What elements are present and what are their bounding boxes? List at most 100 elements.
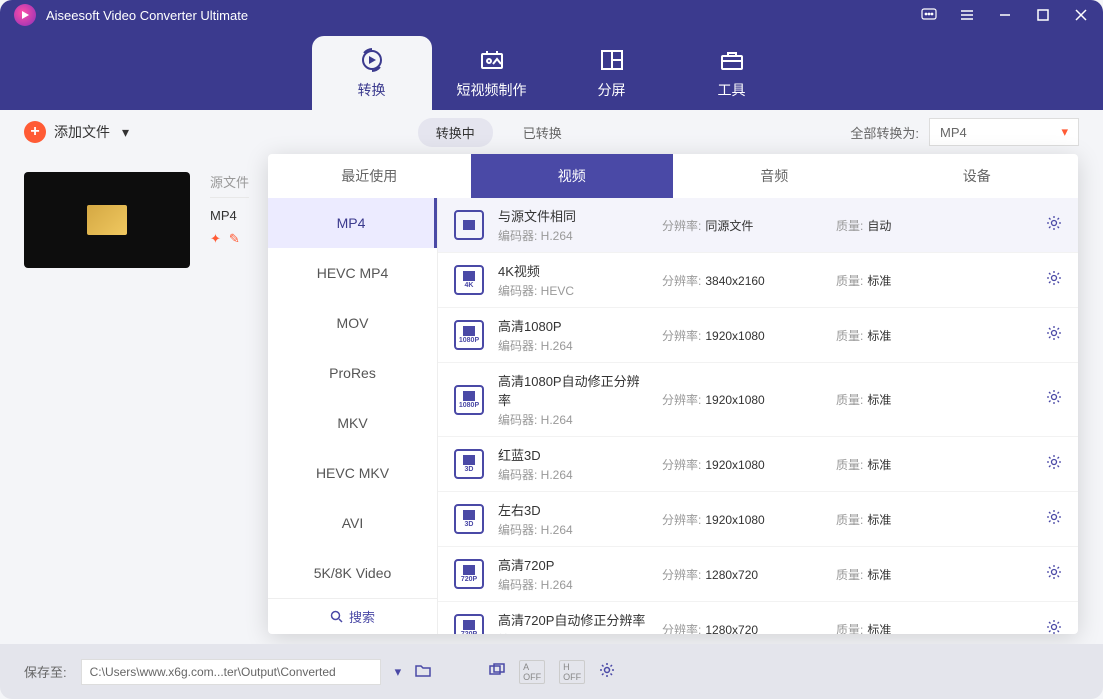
preset-settings-icon[interactable] (1046, 509, 1062, 530)
preset-title: 高清1080P自动修正分辨率 (498, 371, 648, 409)
preset-resolution: 分辨率:1280x720 (662, 621, 822, 635)
preset-encoder: 编码器: H.264 (498, 227, 648, 244)
sidebar-format-item[interactable]: MP4 (268, 198, 437, 248)
file-format-line: MP4 (210, 208, 237, 223)
menu-icon[interactable] (959, 7, 975, 23)
chevron-down-icon: ▾ (1061, 124, 1068, 140)
sidebar-search[interactable]: 搜索 (268, 598, 437, 634)
preset-quality: 质量:标准 (836, 391, 996, 408)
output-path-input[interactable]: C:\Users\www.x6g.com...ter\Output\Conver… (81, 659, 381, 685)
preset-row[interactable]: 4K4K视频编码器: HEVC分辨率:3840x2160质量:标准 (438, 253, 1078, 308)
sidebar-format-item[interactable]: MOV (268, 298, 437, 348)
gpu-toggle-h[interactable]: HOFF (559, 660, 585, 684)
preset-resolution: 分辨率:1920x1080 (662, 391, 822, 408)
toolbox-icon (718, 46, 746, 74)
preset-row[interactable]: 1080P高清1080P编码器: H.264分辨率:1920x1080质量:标准 (438, 308, 1078, 363)
preset-resolution: 分辨率:1280x720 (662, 566, 822, 583)
preset-row[interactable]: 720P高清720P自动修正分辨率编码器: H.264分辨率:1280x720质… (438, 602, 1078, 634)
preset-settings-icon[interactable] (1046, 270, 1062, 291)
effects-icon[interactable]: ✦ (210, 231, 221, 247)
popup-tab-recent[interactable]: 最近使用 (268, 154, 471, 198)
preset-encoder: 编码器: H.264 (498, 411, 648, 428)
close-icon[interactable] (1073, 7, 1089, 23)
preset-badge-icon: 720P (454, 559, 484, 589)
tab-toolbox[interactable]: 工具 (672, 36, 792, 110)
browse-folder-icon[interactable]: ▾ (395, 664, 402, 680)
tab-mv[interactable]: 短视频制作 (432, 36, 552, 110)
preset-settings-icon[interactable] (1046, 564, 1062, 585)
preset-quality: 质量:标准 (836, 511, 996, 528)
preset-badge-icon (454, 210, 484, 240)
preset-row[interactable]: 与源文件相同编码器: H.264分辨率:同源文件质量:自动 (438, 198, 1078, 253)
feedback-icon[interactable] (921, 7, 937, 23)
save-to-label: 保存至: (24, 662, 67, 681)
source-file-label: 源文件 (210, 172, 249, 198)
tab-mv-label: 短视频制作 (457, 80, 527, 100)
convert-all-label: 全部转换为: (850, 123, 919, 142)
preset-badge-icon: 720P (454, 614, 484, 634)
preset-title: 4K视频 (498, 261, 648, 280)
add-files-label: 添加文件 (54, 122, 110, 142)
tab-convert-label: 转换 (358, 80, 386, 100)
preset-badge-icon: 3D (454, 449, 484, 479)
preset-title: 高清1080P (498, 316, 648, 335)
video-thumbnail[interactable] (24, 172, 190, 268)
preset-settings-icon[interactable] (1046, 325, 1062, 346)
preset-row[interactable]: 1080P高清1080P自动修正分辨率编码器: H.264分辨率:1920x10… (438, 363, 1078, 437)
preset-encoder: 编码器: H.264 (498, 521, 648, 538)
app-logo-icon (14, 4, 36, 26)
preset-resolution: 分辨率:1920x1080 (662, 327, 822, 344)
preset-row[interactable]: 720P高清720P编码器: H.264分辨率:1280x720质量:标准 (438, 547, 1078, 602)
tab-convert[interactable]: 转换 (312, 36, 432, 110)
preset-badge-icon: 1080P (454, 320, 484, 350)
format-popup: 最近使用 视频 音频 设备 MP4HEVC MP4MOVProResMKVHEV… (268, 154, 1078, 634)
preset-quality: 质量:标准 (836, 272, 996, 289)
merge-icon[interactable] (489, 662, 505, 681)
chevron-down-icon: ▾ (122, 124, 129, 141)
tab-toolbox-label: 工具 (718, 80, 746, 100)
preset-encoder: 编码器: H.264 (498, 576, 648, 593)
open-folder-icon[interactable] (415, 663, 431, 680)
sidebar-format-item[interactable]: MKV (268, 398, 437, 448)
popup-tab-audio[interactable]: 音频 (673, 154, 876, 198)
edit-icon[interactable]: ✎ (229, 231, 240, 247)
preset-resolution: 分辨率:3840x2160 (662, 272, 822, 289)
sidebar-format-item[interactable]: ProRes (268, 348, 437, 398)
app-title: Aiseesoft Video Converter Ultimate (46, 8, 921, 23)
sidebar-format-item[interactable]: 5K/8K Video (268, 548, 437, 598)
sidebar-format-item[interactable]: AVI (268, 498, 437, 548)
convert-icon (358, 46, 386, 74)
preset-title: 左右3D (498, 500, 648, 519)
preset-resolution: 分辨率:1920x1080 (662, 511, 822, 528)
preset-encoder: 编码器: H.264 (498, 631, 648, 634)
preset-encoder: 编码器: H.264 (498, 466, 648, 483)
minimize-icon[interactable] (997, 7, 1013, 23)
popup-tab-device[interactable]: 设备 (876, 154, 1079, 198)
preset-settings-icon[interactable] (1046, 619, 1062, 635)
sidebar-format-item[interactable]: HEVC MKV (268, 448, 437, 498)
preset-settings-icon[interactable] (1046, 389, 1062, 410)
preset-row[interactable]: 3D左右3D编码器: H.264分辨率:1920x1080质量:标准 (438, 492, 1078, 547)
converted-tab[interactable]: 已转换 (523, 123, 562, 142)
preset-quality: 质量:自动 (836, 217, 996, 234)
preset-quality: 质量:标准 (836, 456, 996, 473)
preset-quality: 质量:标准 (836, 621, 996, 635)
preset-badge-icon: 4K (454, 265, 484, 295)
preset-title: 高清720P (498, 555, 648, 574)
gpu-toggle-a[interactable]: AOFF (519, 660, 545, 684)
sidebar-format-item[interactable]: HEVC MP4 (268, 248, 437, 298)
preset-resolution: 分辨率:1920x1080 (662, 456, 822, 473)
maximize-icon[interactable] (1035, 7, 1051, 23)
preset-row[interactable]: 3D红蓝3D编码器: H.264分辨率:1920x1080质量:标准 (438, 437, 1078, 492)
tab-collage[interactable]: 分屏 (552, 36, 672, 110)
converting-tab[interactable]: 转换中 (418, 118, 493, 147)
preset-settings-icon[interactable] (1046, 454, 1062, 475)
add-files-button[interactable]: + 添加文件 ▾ (24, 121, 129, 143)
plus-icon: + (24, 121, 46, 143)
format-select[interactable]: MP4 ▾ (929, 118, 1079, 146)
popup-tab-video[interactable]: 视频 (471, 154, 674, 198)
settings-gear-icon[interactable] (599, 662, 615, 681)
preset-title: 与源文件相同 (498, 206, 648, 225)
preset-settings-icon[interactable] (1046, 215, 1062, 236)
format-select-value: MP4 (940, 125, 967, 140)
